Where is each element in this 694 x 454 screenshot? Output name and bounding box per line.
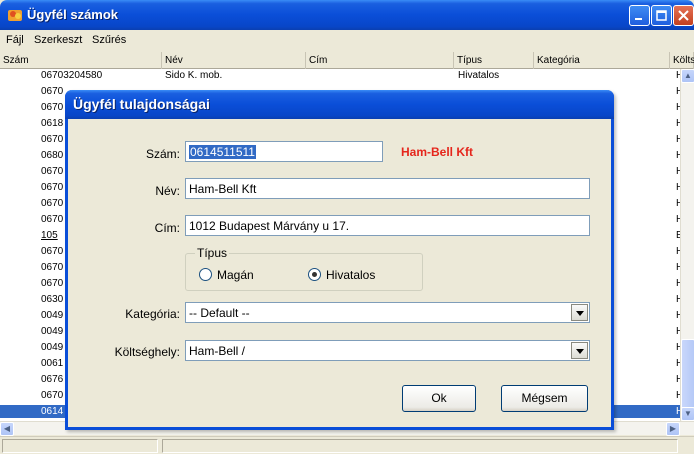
chevron-down-icon[interactable] xyxy=(571,342,588,359)
cell-szam: 0670 xyxy=(41,214,64,225)
szam-value: 0614511511 xyxy=(189,145,256,159)
cell-szam: 105 xyxy=(41,230,58,241)
cancel-button[interactable]: Mégsem xyxy=(501,385,588,412)
chevron-down-icon[interactable] xyxy=(571,304,588,321)
cell-szam: 0618 xyxy=(41,118,64,129)
koltseghely-label: Költséghely: xyxy=(114,345,180,359)
cell-szam: 0670 xyxy=(41,86,64,97)
vertical-scrollbar[interactable]: ▲ ▼ xyxy=(680,69,694,421)
ok-button[interactable]: Ok xyxy=(402,385,476,412)
cell-tipus: Hivatalos xyxy=(458,70,500,81)
properties-dialog: Ügyfél tulajdonságai Szám: 0614511511 Ha… xyxy=(65,90,614,430)
nev-field[interactable]: Ham-Bell Kft xyxy=(185,178,590,199)
cell-szam: 0670 xyxy=(41,262,64,273)
radio-hivatalos[interactable] xyxy=(308,268,321,281)
menu-fajl[interactable]: Fájl xyxy=(6,34,24,46)
cell-szam: 0670 xyxy=(41,390,64,401)
cell-szam: 0049 xyxy=(41,326,64,337)
scroll-down-icon[interactable]: ▼ xyxy=(681,407,694,421)
kategoria-select[interactable]: -- Default -- xyxy=(185,302,590,323)
radio-hivatalos-label[interactable]: Hivatalos xyxy=(326,268,375,282)
cell-szam: 0680 xyxy=(41,150,64,161)
cell-szam: 0630 xyxy=(41,294,64,305)
kategoria-value: -- Default -- xyxy=(189,306,250,320)
close-button[interactable] xyxy=(673,5,694,26)
minimize-button[interactable] xyxy=(629,5,650,26)
dialog-titlebar[interactable]: Ügyfél tulajdonságai xyxy=(65,90,614,119)
column-cim[interactable]: Cím xyxy=(306,52,454,69)
cell-szam: 0670 xyxy=(41,198,64,209)
scroll-right-icon[interactable]: ▶ xyxy=(666,422,680,436)
menu-szerkeszt[interactable]: Szerkeszt xyxy=(34,34,82,46)
cell-szam: 0049 xyxy=(41,342,64,353)
cell-szam: 06703204580 xyxy=(41,70,103,81)
column-szam[interactable]: Szám xyxy=(0,52,162,69)
cell-szam: 0061 xyxy=(41,358,64,369)
scroll-up-icon[interactable]: ▲ xyxy=(681,69,694,83)
tipus-groupbox: Típus Magán Hivatalos xyxy=(185,246,423,291)
customer-name-display: Ham-Bell Kft xyxy=(401,145,474,159)
scroll-thumb[interactable] xyxy=(681,339,694,409)
status-pane xyxy=(2,439,158,453)
column-kategoria[interactable]: Kategória xyxy=(534,52,670,69)
menubar: Fájl Szerkeszt Szűrés xyxy=(0,30,694,50)
cell-szam: 0676 xyxy=(41,374,64,385)
cell-nev: Sido K. mob. xyxy=(165,70,223,81)
window-title: Ügyfél számok xyxy=(27,7,119,22)
cell-szam: 0614 xyxy=(41,406,64,417)
table-row[interactable]: 06703204580 Sido K. mob. Hivatalos H xyxy=(0,69,680,82)
cell-szam: 0670 xyxy=(41,102,64,113)
szam-label: Szám: xyxy=(145,147,180,161)
column-tipus[interactable]: Típus xyxy=(454,52,534,69)
radio-magan-label[interactable]: Magán xyxy=(217,268,254,282)
dialog-title: Ügyfél tulajdonságai xyxy=(73,96,210,112)
scroll-left-icon[interactable]: ◀ xyxy=(0,422,14,436)
cim-field[interactable]: 1012 Budapest Márvány u 17. xyxy=(185,215,590,236)
cim-label: Cím: xyxy=(154,221,180,235)
cell-szam: 0670 xyxy=(41,278,64,289)
cell-szam: 0670 xyxy=(41,134,64,145)
koltseghely-select[interactable]: Ham-Bell / xyxy=(185,340,590,361)
radio-magan[interactable] xyxy=(199,268,212,281)
statusbar xyxy=(0,436,694,454)
kategoria-label: Kategória: xyxy=(125,307,180,321)
cell-szam: 0670 xyxy=(41,182,64,193)
menu-szures[interactable]: Szűrés xyxy=(92,34,126,46)
maximize-button[interactable] xyxy=(651,5,672,26)
cell-szam: 0670 xyxy=(41,246,64,257)
koltseghely-value: Ham-Bell / xyxy=(189,344,246,358)
column-koltseg[interactable]: Költs xyxy=(670,52,694,69)
status-pane xyxy=(162,439,678,453)
cell-szam: 0049 xyxy=(41,310,64,321)
list-header: Szám Név Cím Típus Kategória Költs xyxy=(0,52,694,69)
column-nev[interactable]: Név xyxy=(162,52,306,69)
main-titlebar[interactable]: Ügyfél számok xyxy=(0,0,694,30)
cell-szam: 0670 xyxy=(41,166,64,177)
tipus-legend: Típus xyxy=(195,246,230,260)
nev-label: Név: xyxy=(155,184,180,198)
app-icon xyxy=(7,7,23,23)
szam-field[interactable]: 0614511511 xyxy=(185,141,383,162)
